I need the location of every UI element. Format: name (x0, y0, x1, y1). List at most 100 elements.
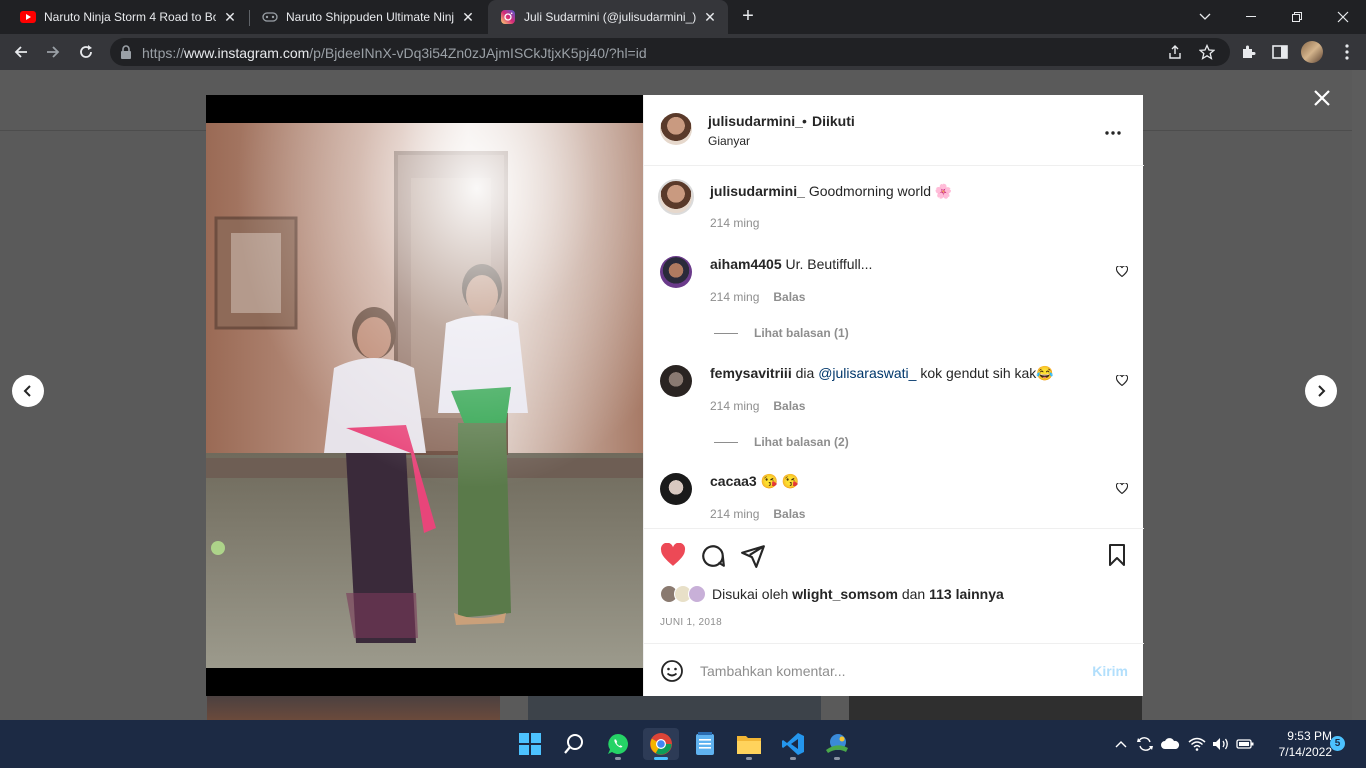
likes-summary: Disukai oleh wlight_somsom dan 113 lainn… (660, 585, 1004, 603)
tab-title: Juli Sudarmini (@julisudarmini_) (524, 10, 696, 24)
mention-link[interactable]: @julisaraswati_ (818, 365, 916, 381)
comment-text: cacaa3 😘 😘 (710, 473, 800, 489)
windows-taskbar: 9:53 PM 7/14/2022 (0, 720, 1366, 768)
grid-thumbnail[interactable] (207, 695, 500, 720)
menu-kebab-icon[interactable] (1334, 39, 1360, 65)
page-scrollbar[interactable] (1352, 70, 1366, 720)
chrome-icon[interactable] (643, 728, 679, 760)
view-replies-button[interactable]: Lihat balasan (1) (714, 326, 849, 340)
like-comment-heart-icon[interactable] (1115, 264, 1130, 278)
post-header: julisudarmini_ • Diikuti Gianyar (644, 95, 1144, 166)
save-bookmark-icon[interactable] (1105, 543, 1131, 569)
notepad-icon[interactable] (687, 728, 723, 760)
commenter-avatar[interactable] (660, 256, 692, 288)
new-tab-button[interactable]: + (738, 6, 758, 26)
post-photo[interactable] (206, 123, 643, 668)
follow-status[interactable]: Diikuti (812, 113, 855, 129)
browser-tab-strip: Naruto Ninja Storm 4 Road to Bo ✕ Naruto… (0, 0, 1366, 34)
wifi-icon[interactable] (1186, 720, 1208, 768)
author-avatar[interactable] (660, 113, 692, 145)
post-sidebar: julisudarmini_ • Diikuti Gianyar julisud… (643, 95, 1144, 696)
post-location[interactable]: Gianyar (708, 134, 750, 148)
liker-username[interactable]: wlight_somsom (792, 586, 898, 602)
comment-text: aiham4405 Ur. Beutiffull... (710, 256, 873, 272)
more-options-icon[interactable] (1104, 123, 1122, 141)
tab-title: Naruto Ninja Storm 4 Road to Bo (44, 10, 216, 24)
tab-search-icon[interactable] (1182, 0, 1228, 34)
post-media[interactable] (206, 95, 643, 696)
system-clock[interactable]: 9:53 PM 7/14/2022 (1262, 728, 1332, 760)
back-icon[interactable] (8, 39, 34, 65)
grid-thumbnail[interactable] (528, 695, 821, 720)
notification-badge[interactable]: 5 (1330, 736, 1345, 751)
comments-list[interactable]: julisudarmini_ Goodmorning world 🌸 214 m… (644, 166, 1144, 528)
game-app-icon[interactable] (819, 728, 855, 760)
lock-icon[interactable] (120, 45, 132, 64)
dot-separator: • (802, 113, 807, 129)
caption-text: julisudarmini_ Goodmorning world 🌸 (710, 183, 953, 199)
clock-date: 7/14/2022 (1278, 745, 1332, 759)
extensions-icon[interactable] (1235, 39, 1261, 65)
share-icon[interactable] (740, 543, 766, 569)
post-modal: julisudarmini_ • Diikuti Gianyar julisud… (206, 95, 1144, 696)
tab-instagram[interactable]: Juli Sudarmini (@julisudarmini_) ✕ (488, 0, 728, 34)
reload-icon[interactable] (73, 39, 99, 65)
emoji-icon[interactable] (660, 659, 684, 688)
commenter-avatar[interactable] (660, 365, 692, 397)
tab-youtube[interactable]: Naruto Ninja Storm 4 Road to Bo ✕ (8, 0, 248, 34)
post-comment-button[interactable]: Kirim (1092, 663, 1128, 679)
author-avatar[interactable] (658, 179, 694, 215)
sync-icon[interactable] (1134, 720, 1156, 768)
start-windows-icon[interactable] (512, 728, 548, 760)
reply-button[interactable]: Balas (773, 507, 805, 521)
commenter-avatar[interactable] (660, 473, 692, 505)
previous-post-button[interactable] (12, 375, 44, 407)
volume-icon[interactable] (1210, 720, 1232, 768)
address-bar[interactable]: https://www.instagram.com/p/BjdeeINnX-vD… (110, 38, 1230, 66)
minimize-icon[interactable] (1228, 0, 1274, 34)
profile-avatar[interactable] (1299, 39, 1325, 65)
comment-text: femysavitriii dia @julisaraswati_ kok ge… (710, 365, 1054, 381)
comment-meta: 214 ming Balas (710, 290, 806, 304)
bookmark-star-icon[interactable] (1198, 43, 1216, 61)
grid-thumbnail[interactable] (849, 695, 1142, 720)
file-explorer-icon[interactable] (731, 728, 767, 760)
restore-icon[interactable] (1274, 0, 1320, 34)
gamepad-icon (262, 9, 278, 25)
liked-heart-icon[interactable] (660, 542, 686, 569)
author-username[interactable]: julisudarmini_ (708, 113, 803, 129)
close-tab-icon[interactable]: ✕ (222, 9, 238, 26)
post-date[interactable]: JUNI 1, 2018 (660, 617, 722, 628)
close-tab-icon[interactable]: ✕ (702, 9, 718, 26)
clock-time: 9:53 PM (1287, 729, 1332, 743)
forward-icon[interactable] (40, 39, 66, 65)
reply-button[interactable]: Balas (773, 290, 805, 304)
tab-title: Naruto Shippuden Ultimate Ninja (286, 10, 454, 24)
side-panel-icon[interactable] (1267, 39, 1293, 65)
close-modal-icon[interactable] (1310, 86, 1334, 110)
reply-button[interactable]: Balas (773, 399, 805, 413)
post-actions: Disukai oleh wlight_somsom dan 113 lainn… (644, 528, 1144, 696)
search-icon[interactable] (556, 728, 592, 760)
comment-icon[interactable] (700, 543, 726, 569)
battery-icon[interactable] (1234, 720, 1256, 768)
youtube-icon (20, 9, 36, 25)
show-hidden-icons-chevron-icon[interactable] (1112, 720, 1130, 768)
likes-count-link[interactable]: 113 lainnya (929, 586, 1004, 602)
vscode-icon[interactable] (775, 728, 811, 760)
view-replies-button[interactable]: Lihat balasan (2) (714, 435, 849, 449)
browser-toolbar: https://www.instagram.com/p/BjdeeINnX-vD… (0, 34, 1366, 70)
tab-naruto-shippuden[interactable]: Naruto Shippuden Ultimate Ninja ✕ (250, 0, 486, 34)
liker-avatars[interactable] (660, 585, 706, 603)
like-comment-heart-icon[interactable] (1115, 373, 1130, 387)
like-comment-heart-icon[interactable] (1115, 481, 1130, 495)
comment-input[interactable]: Tambahkan komentar... (700, 663, 846, 679)
whatsapp-icon[interactable] (600, 728, 636, 760)
onedrive-cloud-icon[interactable] (1158, 720, 1182, 768)
share-icon[interactable] (1166, 43, 1184, 61)
close-window-icon[interactable] (1320, 0, 1366, 34)
add-comment-bar: Tambahkan komentar... Kirim (644, 643, 1144, 697)
comment-meta: 214 ming Balas (710, 507, 806, 521)
close-tab-icon[interactable]: ✕ (460, 9, 476, 26)
next-post-button[interactable] (1305, 375, 1337, 407)
